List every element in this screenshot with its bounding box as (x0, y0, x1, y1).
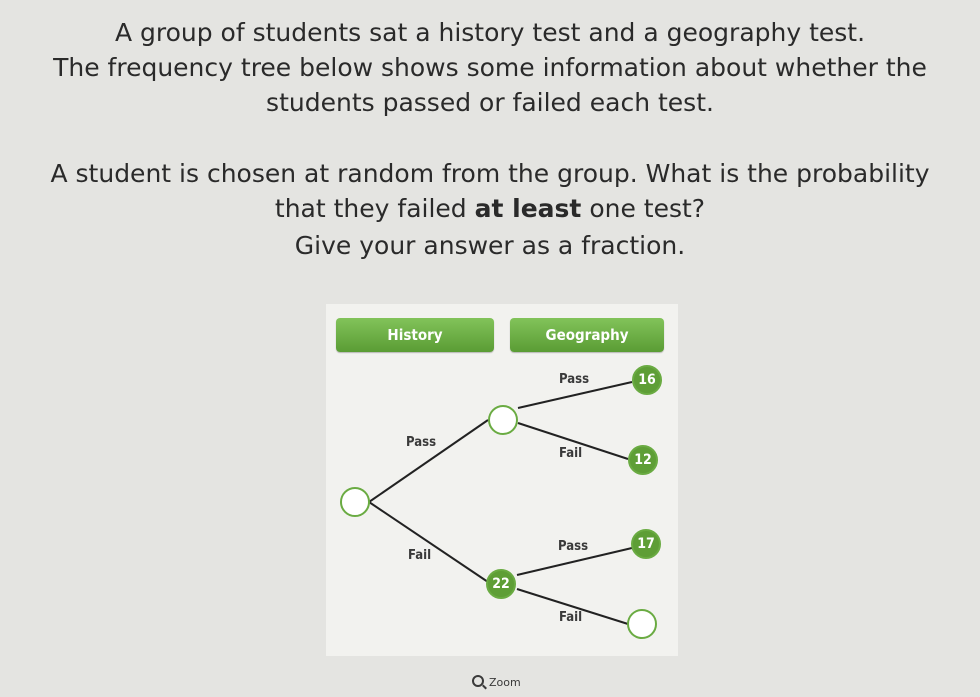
question-emphasis: at least (474, 194, 582, 223)
question-line-4: A student is chosen at random from the g… (50, 159, 930, 188)
pass-fail-node: 12 (628, 445, 658, 475)
label-history-fail: Fail (408, 548, 432, 563)
fail-pass-node: 17 (631, 529, 661, 559)
frequency-tree: History Geography 22 16 12 17 Pass Fail … (326, 304, 678, 656)
magnifier-icon (472, 675, 484, 687)
history-pass-node[interactable] (488, 405, 518, 435)
zoom-label: Zoom (489, 676, 521, 689)
tree-branches (368, 381, 633, 625)
label-fail-fail: Fail (559, 610, 583, 625)
history-fail-node: 22 (486, 569, 516, 599)
question-instruction: Give your answer as a fraction. (294, 231, 686, 260)
question-intro: A group of students sat a history test a… (0, 15, 980, 120)
label-history-pass: Pass (406, 435, 437, 450)
fail-fail-node[interactable] (627, 609, 657, 639)
label-fail-pass: Pass (558, 539, 589, 554)
question-line-5-start: that they failed (274, 194, 475, 223)
question-line-5: that they failed at least one test? (0, 191, 980, 226)
total-node[interactable] (340, 487, 370, 517)
question-prompt: A student is chosen at random from the g… (0, 156, 980, 226)
label-pass-pass: Pass (559, 372, 590, 387)
zoom-button[interactable]: Zoom (472, 675, 521, 689)
label-pass-fail: Fail (559, 446, 583, 461)
question-line-1: A group of students sat a history test a… (114, 18, 866, 47)
question-line-2: The frequency tree below shows some info… (53, 53, 927, 82)
pass-pass-node: 16 (632, 365, 662, 395)
branch-history-fail (368, 501, 489, 583)
question-line-5-end: one test? (581, 194, 706, 223)
question-line-3: students passed or failed each test. (266, 88, 714, 117)
branch-history-pass (368, 419, 489, 503)
